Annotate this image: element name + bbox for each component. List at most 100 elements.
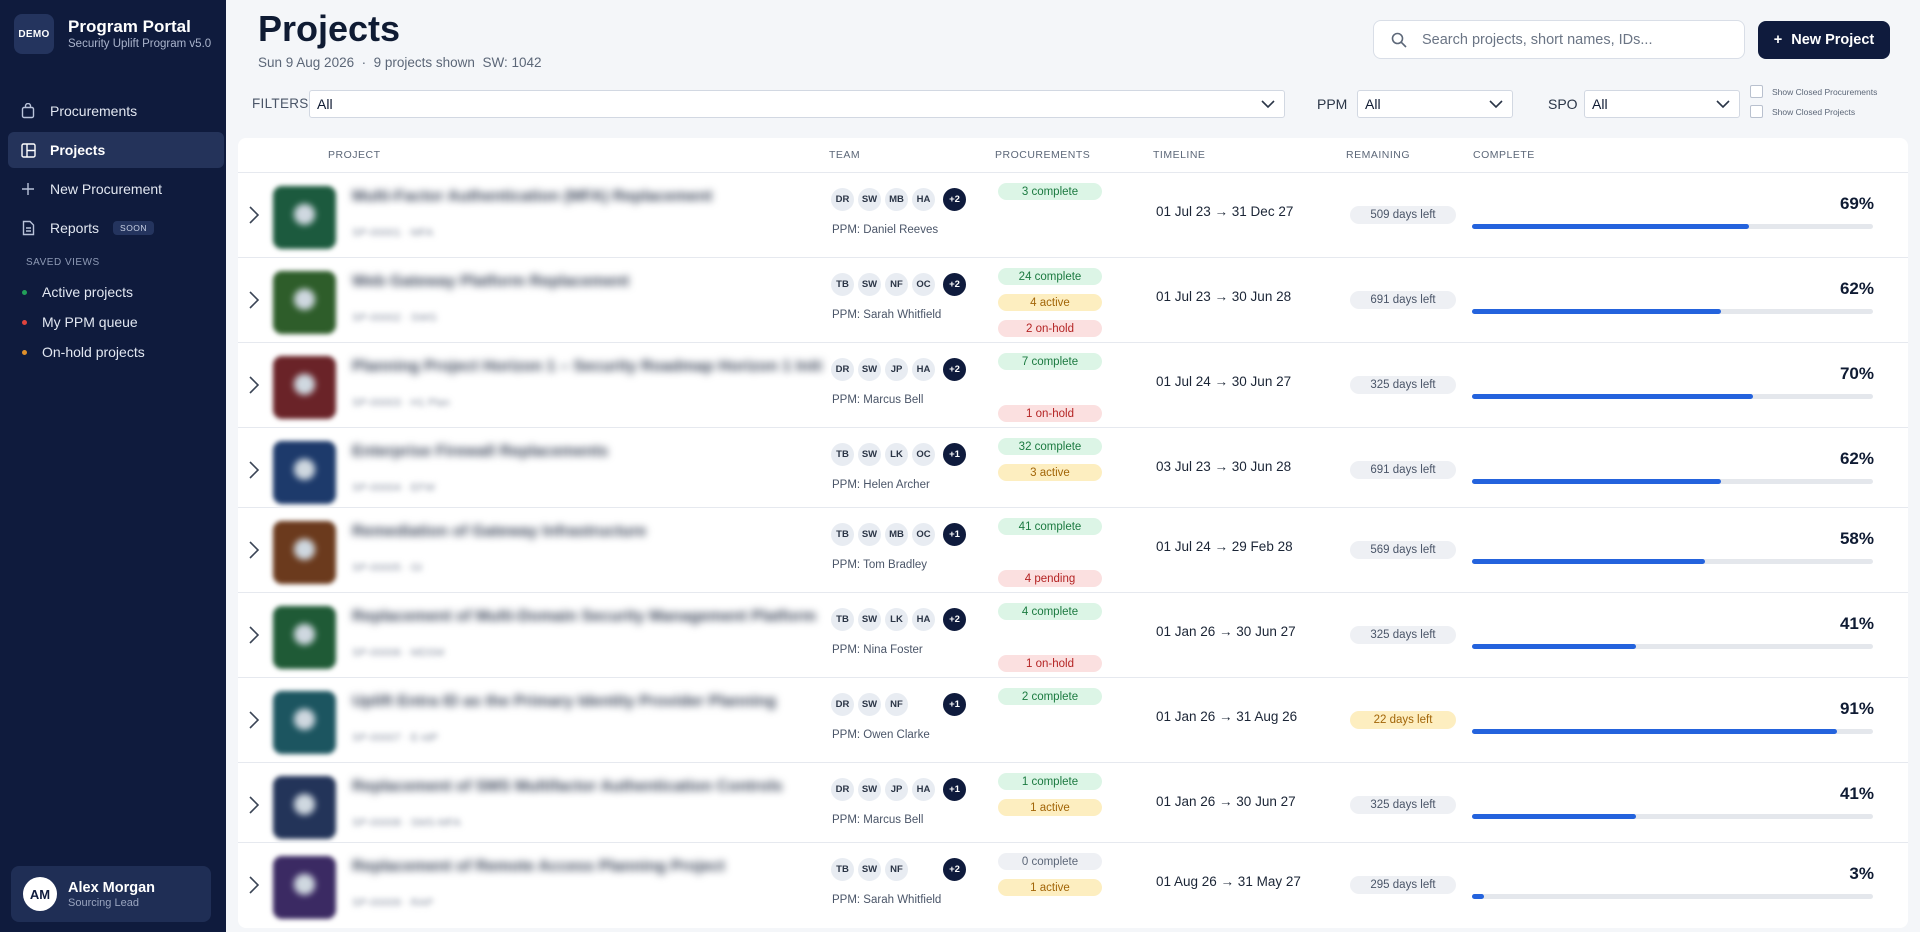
chevron-right-icon[interactable] xyxy=(248,290,260,315)
avatar[interactable]: NF xyxy=(884,857,909,882)
avatar[interactable]: MB xyxy=(884,522,909,547)
project-name[interactable]: Replacement of Multi-Domain Security Man… xyxy=(352,607,816,627)
procurement-status-badge[interactable]: 7 complete xyxy=(998,353,1102,370)
sidebar-item-new-procurement[interactable]: New Procurement xyxy=(8,171,224,207)
project-name[interactable]: Multi-Factor Authentication (MFA) Replac… xyxy=(352,187,712,207)
avatar[interactable]: OC xyxy=(911,442,936,467)
saved-view-active-projects[interactable]: Active projects xyxy=(22,277,145,307)
table-row[interactable]: Web Gateway Platform Replacement SP-00002… xyxy=(238,257,1908,342)
table-row[interactable]: Multi-Factor Authentication (MFA) Replac… xyxy=(238,172,1908,257)
column-header-procurements[interactable]: PROCUREMENTS xyxy=(995,149,1090,161)
chevron-right-icon[interactable] xyxy=(248,460,260,485)
search-box[interactable] xyxy=(1373,20,1745,59)
show-closed-projects-toggle[interactable]: Show Closed Projects xyxy=(1750,105,1855,118)
new-project-button[interactable]: + New Project xyxy=(1758,21,1890,59)
chevron-right-icon[interactable] xyxy=(248,625,260,650)
sidebar-item-reports[interactable]: Reports SOON xyxy=(8,210,224,246)
avatar[interactable]: SW xyxy=(857,607,882,632)
sidebar-item-projects[interactable]: Projects xyxy=(8,132,224,168)
procurement-status-badge[interactable]: 4 pending xyxy=(998,570,1102,587)
avatar[interactable]: SW xyxy=(857,777,882,802)
more-members-badge[interactable]: +2 xyxy=(942,187,967,212)
sidebar-item-procurements[interactable]: Procurements xyxy=(8,93,224,129)
avatar[interactable]: JP xyxy=(884,357,909,382)
spo-select[interactable]: All xyxy=(1584,90,1740,118)
avatar[interactable]: DR xyxy=(830,187,855,212)
avatar[interactable]: SW xyxy=(857,857,882,882)
table-row[interactable]: Remediation of Gateway Infrastructure SP-… xyxy=(238,507,1908,592)
more-members-badge[interactable]: +1 xyxy=(942,692,967,717)
procurement-status-badge[interactable]: 4 active xyxy=(998,294,1102,311)
avatar[interactable]: SW xyxy=(857,272,882,297)
checkbox[interactable] xyxy=(1750,85,1763,98)
avatar[interactable]: SW xyxy=(857,692,882,717)
project-name[interactable]: Remediation of Gateway Infrastructure xyxy=(352,522,646,542)
project-name[interactable]: Web Gateway Platform Replacement xyxy=(352,272,629,292)
avatar[interactable]: HA xyxy=(911,357,936,382)
avatar[interactable]: JP xyxy=(884,777,909,802)
more-members-badge[interactable]: +1 xyxy=(942,522,967,547)
procurement-status-badge[interactable]: 3 complete xyxy=(998,183,1102,200)
procurement-status-badge[interactable]: 2 on-hold xyxy=(998,320,1102,337)
table-row[interactable]: Planning Project Horizon 1 – Security Ro… xyxy=(238,342,1908,427)
search-input[interactable] xyxy=(1422,31,1722,48)
more-members-badge[interactable]: +1 xyxy=(942,777,967,802)
avatar[interactable]: SW xyxy=(857,442,882,467)
brand[interactable]: DEMO Program Portal Security Uplift Prog… xyxy=(14,14,211,54)
table-row[interactable]: Replacement of Multi-Domain Security Man… xyxy=(238,592,1908,677)
procurement-status-badge[interactable]: 4 complete xyxy=(998,603,1102,620)
ppm-select[interactable]: All xyxy=(1357,90,1513,118)
avatar[interactable]: MB xyxy=(884,187,909,212)
procurement-status-badge[interactable]: 1 complete xyxy=(998,773,1102,790)
project-name[interactable]: Uplift Entra ID as the Primary Identity … xyxy=(352,692,776,712)
avatar[interactable]: SW xyxy=(857,522,882,547)
user-card[interactable]: AM Alex Morgan Sourcing Lead xyxy=(11,866,211,922)
project-name[interactable]: Replacement of SMS Multifactor Authentic… xyxy=(352,777,783,797)
chevron-right-icon[interactable] xyxy=(248,875,260,900)
column-header-complete[interactable]: COMPLETE xyxy=(1473,149,1535,161)
table-row[interactable]: Replacement of SMS Multifactor Authentic… xyxy=(238,762,1908,842)
avatar[interactable]: TB xyxy=(830,272,855,297)
show-closed-procurements-toggle[interactable]: Show Closed Procurements xyxy=(1750,85,1877,98)
procurement-status-badge[interactable]: 1 active xyxy=(998,879,1102,896)
chevron-right-icon[interactable] xyxy=(248,795,260,820)
procurement-status-badge[interactable]: 1 on-hold xyxy=(998,655,1102,672)
procurement-status-badge[interactable]: 41 complete xyxy=(998,518,1102,535)
procurement-status-badge[interactable]: 3 active xyxy=(998,464,1102,481)
procurement-status-badge[interactable]: 24 complete xyxy=(998,268,1102,285)
project-name[interactable]: Replacement of Remote Access Planning Pr… xyxy=(352,857,725,877)
avatar[interactable]: LK xyxy=(884,442,909,467)
more-members-badge[interactable]: +2 xyxy=(942,857,967,882)
avatar[interactable]: HA xyxy=(911,187,936,212)
procurement-status-badge[interactable]: 0 complete xyxy=(998,853,1102,870)
chevron-right-icon[interactable] xyxy=(248,205,260,230)
avatar[interactable]: HA xyxy=(911,777,936,802)
procurement-status-badge[interactable]: 32 complete xyxy=(998,438,1102,455)
column-header-team[interactable]: TEAM xyxy=(829,149,860,161)
saved-view-my-ppm-queue[interactable]: My PPM queue xyxy=(22,307,145,337)
table-row[interactable]: Uplift Entra ID as the Primary Identity … xyxy=(238,677,1908,762)
procurement-status-badge[interactable]: 2 complete xyxy=(998,688,1102,705)
more-members-badge[interactable]: +2 xyxy=(942,272,967,297)
chevron-right-icon[interactable] xyxy=(248,710,260,735)
avatar[interactable]: TB xyxy=(830,607,855,632)
table-row[interactable]: Enterprise Firewall Replacements SP-00004… xyxy=(238,427,1908,507)
project-name[interactable]: Planning Project Horizon 1 – Security Ro… xyxy=(352,357,822,377)
project-name[interactable]: Enterprise Firewall Replacements xyxy=(352,442,608,462)
avatar[interactable]: LK xyxy=(884,607,909,632)
avatar[interactable]: HA xyxy=(911,607,936,632)
chevron-right-icon[interactable] xyxy=(248,540,260,565)
avatar[interactable]: OC xyxy=(911,272,936,297)
table-row[interactable]: Replacement of Remote Access Planning Pr… xyxy=(238,842,1908,927)
avatar[interactable]: TB xyxy=(830,522,855,547)
saved-view-on-hold-projects[interactable]: On-hold projects xyxy=(22,337,145,367)
checkbox[interactable] xyxy=(1750,105,1763,118)
avatar[interactable]: DR xyxy=(830,357,855,382)
column-header-timeline[interactable]: TIMELINE xyxy=(1153,149,1205,161)
filter-select[interactable]: All xyxy=(309,90,1285,118)
column-header-remaining[interactable]: REMAINING xyxy=(1346,149,1410,161)
avatar[interactable]: SW xyxy=(857,357,882,382)
chevron-right-icon[interactable] xyxy=(248,375,260,400)
more-members-badge[interactable]: +2 xyxy=(942,357,967,382)
more-members-badge[interactable]: +1 xyxy=(942,442,967,467)
